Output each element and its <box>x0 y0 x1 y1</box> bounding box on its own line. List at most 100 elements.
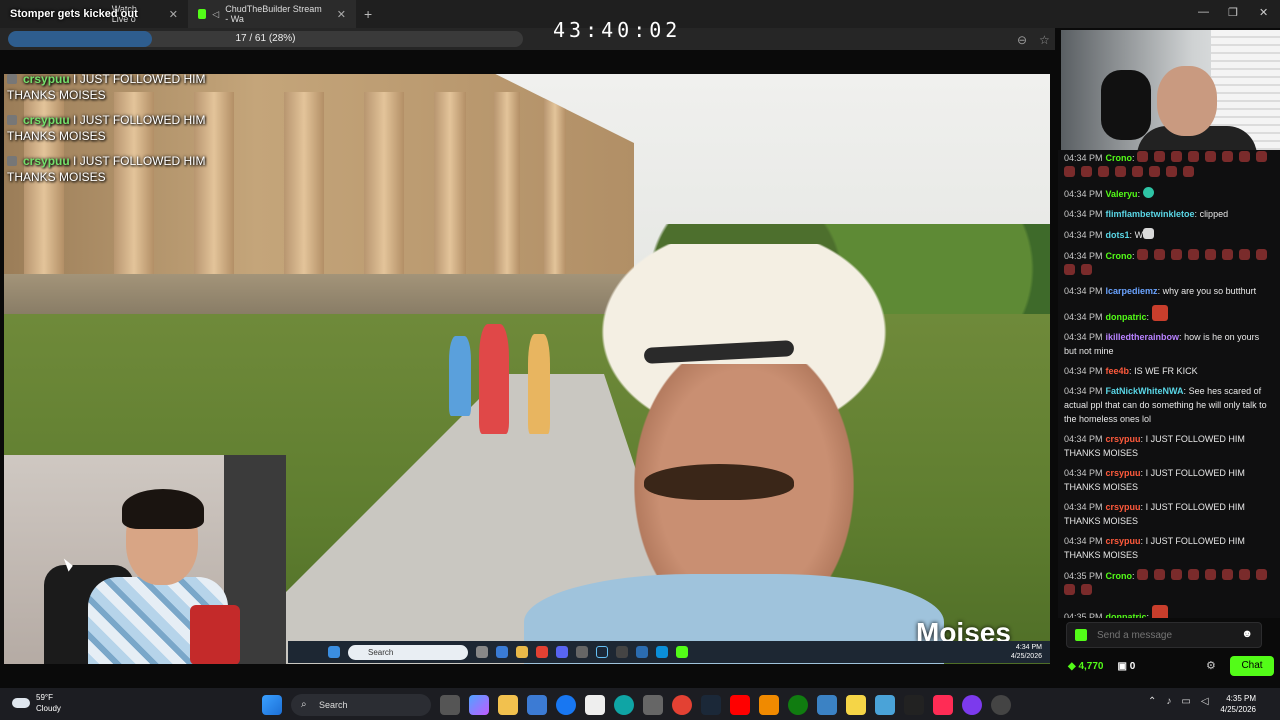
chat-username[interactable]: Valeryu <box>1106 189 1138 199</box>
chat-username[interactable]: fee4b <box>1106 366 1130 376</box>
app-icon <box>496 646 508 658</box>
calculator-icon[interactable] <box>643 695 663 715</box>
network-icon[interactable]: ▭ <box>1181 696 1190 707</box>
volume-icon[interactable]: ◁ <box>1201 696 1209 707</box>
channel-points[interactable]: ◆ 4,770 <box>1068 661 1104 672</box>
sticky-notes-icon[interactable] <box>846 695 866 715</box>
amazon-icon[interactable] <box>585 695 605 715</box>
gift-counter[interactable]: ▣ 0 <box>1118 661 1136 672</box>
emote-icon <box>1222 249 1234 260</box>
chat-timestamp: 04:34 PM <box>1064 209 1103 219</box>
chat-text: W <box>1134 230 1144 240</box>
chat-username[interactable]: donpatric <box>1106 312 1147 322</box>
edge-icon[interactable] <box>614 695 634 715</box>
streamer-webcam <box>4 455 286 664</box>
bookmark-star-icon[interactable]: ☆ <box>1039 33 1050 47</box>
vlc-icon[interactable] <box>759 695 779 715</box>
chat-timestamp: 04:34 PM <box>1064 230 1103 240</box>
chrome-icon[interactable] <box>672 695 692 715</box>
chevron-up-icon[interactable]: ⌃ <box>1148 696 1156 707</box>
weather-widget[interactable]: 59°F Cloudy <box>12 692 61 714</box>
chat-username[interactable]: flimflambetwinkletoe <box>1106 209 1195 219</box>
minimize-icon[interactable]: — <box>1198 6 1209 18</box>
emote-icon <box>1098 166 1109 177</box>
chat-username[interactable]: FatNickWhiteNWA <box>1106 386 1184 396</box>
close-icon[interactable]: ✕ <box>337 8 346 21</box>
chat-username[interactable]: Crono <box>1106 153 1133 163</box>
maximize-icon[interactable]: ❐ <box>1228 6 1238 19</box>
facebook-icon[interactable] <box>556 695 576 715</box>
chat-footer: ◆ 4,770 ▣ 0 ⚙ Chat <box>1058 654 1280 678</box>
emote-icon <box>1239 249 1251 260</box>
chat-input-box[interactable]: ☻ <box>1066 622 1262 648</box>
gear-icon[interactable]: ⚙ <box>1206 659 1216 672</box>
taskbar-search[interactable]: ⌕ Search <box>291 694 431 716</box>
store-icon[interactable] <box>527 695 547 715</box>
app-icon[interactable] <box>904 695 924 715</box>
microphone-icon[interactable]: ♪ <box>1166 696 1171 707</box>
chat-message-input[interactable] <box>1097 627 1237 643</box>
new-tab-icon[interactable]: + <box>364 6 372 22</box>
windows-start-icon[interactable] <box>262 695 282 715</box>
emote-icon <box>1256 249 1268 260</box>
chat-send-button[interactable]: Chat <box>1230 656 1274 676</box>
app-icon[interactable] <box>991 695 1011 715</box>
mute-icon[interactable]: ◁ <box>212 9 219 20</box>
taskbar-apps: ⌕ Search <box>262 694 1011 716</box>
chat-timestamp: 04:34 PM <box>1064 189 1103 199</box>
chat-message: 04:35 PM Crono: <box>1058 568 1280 598</box>
task-view-icon[interactable] <box>440 695 460 715</box>
chat-message: 04:34 PM crsypuu: I JUST FOLLOWED HIM THA… <box>1064 434 1245 458</box>
emote-icon <box>1064 584 1075 595</box>
tiktok-icon[interactable] <box>933 695 953 715</box>
inner-time: 4:34 PM <box>1015 644 1042 651</box>
chat-username[interactable]: lcarpediemz <box>1106 286 1158 296</box>
emote-icon <box>1205 249 1217 260</box>
tab-chudthebuilder[interactable]: ◁ ChudTheBuilder Stream - Wa ✕ <box>188 0 356 28</box>
steam-icon[interactable] <box>701 695 721 715</box>
chat-username[interactable]: ikilledtherainbow <box>1106 332 1180 342</box>
emote-icon <box>1222 151 1234 162</box>
points-value: 4,770 <box>1078 660 1104 672</box>
stream-chat-overlay: crsypuu I JUST FOLLOWED HIM THANKS MOISE… <box>7 71 217 194</box>
emote-icon <box>1151 305 1168 321</box>
chat-username[interactable]: crsypuu <box>1106 434 1141 444</box>
taskbar-clock[interactable]: 4:35 PM 4/25/2026 <box>1220 693 1256 715</box>
emote-icon <box>1154 151 1166 162</box>
chat-username[interactable]: Crono <box>1106 251 1133 261</box>
chat-username[interactable]: dots1 <box>1106 230 1130 240</box>
youtube-icon[interactable] <box>730 695 750 715</box>
copilot-icon[interactable] <box>469 695 489 715</box>
chat-message: 04:34 PM flimflambetwinkletoe: clipped <box>1064 209 1229 219</box>
side-webcam <box>1061 30 1280 154</box>
close-window-icon[interactable]: ✕ <box>1259 6 1268 19</box>
weather-temp: 59°F <box>36 693 53 702</box>
emote-icon <box>1183 166 1194 177</box>
emote-icon <box>1064 264 1075 275</box>
app-icon[interactable] <box>817 695 837 715</box>
weather-text: 59°F Cloudy <box>36 692 61 714</box>
app-icon[interactable] <box>875 695 895 715</box>
chat-panel[interactable]: 04:34 PM Crono: 04:34 PM Valeryu: 04:34 PM… <box>1058 150 1280 618</box>
close-icon[interactable]: ✕ <box>169 8 178 21</box>
progress-text: 17 / 61 (28%) <box>235 33 296 44</box>
emoji-icon[interactable]: ☻ <box>1241 628 1253 640</box>
chat-username[interactable]: crsypuu <box>1106 536 1141 546</box>
inner-date: 4/25/2026 <box>1010 653 1042 660</box>
reader-icon[interactable]: ⊖ <box>1017 33 1027 47</box>
chat-username[interactable]: Crono <box>1106 571 1133 581</box>
chat-username[interactable]: donpatric <box>1106 612 1147 618</box>
inner-clock: 4:34 PM 4/25/2026 <box>1011 643 1042 661</box>
chat-username[interactable]: crsypuu <box>1106 502 1141 512</box>
user-badge-icon <box>7 74 17 84</box>
app-icon[interactable] <box>962 695 982 715</box>
chat-username[interactable]: crsypuu <box>1106 468 1141 478</box>
chat-timestamp: 04:34 PM <box>1064 286 1103 296</box>
chat-timestamp: 04:34 PM <box>1064 366 1103 376</box>
overlay-chat-user: crsypuu <box>23 72 70 86</box>
overlay-chat-user: crsypuu <box>23 113 70 127</box>
file-explorer-icon[interactable] <box>498 695 518 715</box>
xbox-icon[interactable] <box>788 695 808 715</box>
emote-icon <box>1256 151 1268 162</box>
emote-icon <box>1137 249 1149 260</box>
